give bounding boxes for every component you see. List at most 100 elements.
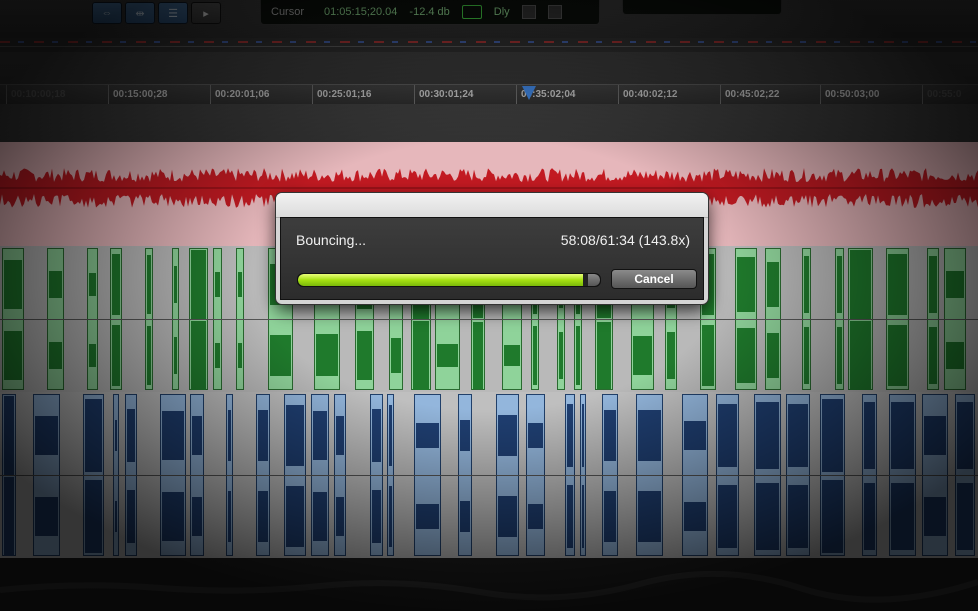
marker-divider (0, 46, 978, 47)
clip-waveform (718, 403, 737, 468)
dialog-titlebar[interactable] (276, 193, 708, 218)
shuffle-tool-icon[interactable]: ⇔ (92, 2, 122, 24)
clip-waveform (767, 332, 779, 379)
secondary-counter (622, 0, 782, 15)
waveform-icon[interactable] (461, 5, 482, 19)
cancel-button[interactable]: Cancel (611, 269, 697, 289)
clip-waveform (767, 261, 779, 308)
toggle-box-icon[interactable] (521, 5, 536, 19)
clip-waveform (228, 490, 231, 543)
clip-waveform (822, 479, 843, 554)
clip-waveform (957, 402, 973, 469)
clip-waveform (684, 502, 706, 531)
clip-waveform (238, 271, 242, 298)
clip-waveform (127, 489, 135, 544)
clip-waveform (174, 265, 177, 304)
clip-waveform (437, 343, 458, 368)
clip-waveform (737, 257, 755, 312)
clip-waveform (286, 404, 304, 467)
clip-waveform (504, 344, 520, 367)
playhead-arrow-icon (522, 86, 536, 100)
clip-waveform (389, 486, 392, 547)
clip-waveform (756, 402, 779, 469)
clip-waveform (174, 336, 177, 375)
clip-waveform (35, 496, 58, 537)
clip-waveform (582, 484, 584, 549)
clip-waveform (238, 342, 242, 369)
clip-waveform (389, 405, 392, 466)
clip-waveform (929, 326, 937, 385)
clip-waveform (702, 324, 714, 387)
daw-window: ⇔ ⇹ ☰ ▸ Cursor 01:05:15;20.04 -12.4 db D… (0, 0, 978, 611)
clip-waveform (604, 490, 616, 543)
clip-waveform (804, 327, 809, 384)
clip-waveform (718, 484, 737, 549)
clip-waveform (837, 256, 842, 313)
clip-waveform (737, 328, 755, 383)
bounce-status: Bouncing... (296, 232, 367, 248)
clip-waveform (788, 485, 808, 548)
edit-mode-group: ⇔ ⇹ ☰ ▸ (92, 2, 221, 24)
bounce-progress-bar (297, 273, 601, 287)
clip-waveform (215, 342, 220, 369)
clip-waveform (638, 490, 661, 543)
audio-track-blue[interactable] (0, 392, 978, 558)
ruler-tick: 00:20:01;06 (210, 85, 269, 105)
bounce-progress-fill (298, 274, 584, 286)
clip-waveform (127, 408, 135, 463)
clip-waveform (336, 496, 344, 536)
clip-waveform (162, 411, 184, 460)
cursor-timecode: 01:05:15;20.04 (324, 6, 398, 18)
clip-waveform (4, 477, 14, 556)
clip-waveform (313, 410, 327, 461)
playhead-marker[interactable] (522, 84, 536, 104)
clip-waveform (888, 324, 907, 387)
bottom-waveform (0, 570, 978, 603)
main-counter: Cursor 01:05:15;20.04 -12.4 db Dly (260, 0, 600, 25)
clip-waveform (638, 409, 661, 462)
clip-waveform (891, 402, 914, 469)
clip-waveform (115, 500, 117, 533)
clip-waveform (684, 421, 706, 450)
clip-waveform (416, 422, 439, 449)
clip-waveform (49, 341, 62, 370)
clip-waveform (924, 496, 946, 537)
clip-waveform (258, 490, 268, 543)
spot-tool-icon[interactable]: ⇹ (125, 2, 155, 24)
toggle-box-icon[interactable] (547, 5, 562, 19)
clip-waveform (372, 408, 381, 463)
clip-waveform (864, 482, 875, 551)
clip-waveform (270, 335, 291, 376)
sub-ruler (0, 104, 978, 142)
clip-waveform (112, 254, 120, 315)
clip-waveform (85, 399, 102, 472)
dialog-body: Bouncing... 58:08/61:34 (143.8x) Cancel (280, 217, 704, 300)
clip-waveform (147, 255, 151, 314)
clip-waveform (924, 415, 946, 456)
clip-waveform (313, 491, 327, 542)
grid-tool-icon[interactable]: ▸ (191, 2, 221, 24)
clip-waveform (49, 270, 62, 299)
timecode-ruler[interactable]: 00:10:00;18 00:15:00;28 00:20:01;06 00:2… (0, 84, 978, 106)
clip-waveform (567, 404, 573, 467)
clip-waveform (946, 270, 964, 299)
clip-waveform (597, 322, 611, 389)
bounce-dialog: Bouncing... 58:08/61:34 (143.8x) Cancel (276, 193, 708, 304)
edit-toolbar: ⇔ ⇹ ☰ ▸ Cursor 01:05:15;20.04 -12.4 db D… (0, 0, 978, 39)
clip-waveform (147, 326, 151, 385)
ruler-tick: 00:45:02;22 (720, 85, 779, 105)
slip-tool-icon[interactable]: ☰ (158, 2, 188, 24)
clip-waveform (89, 272, 96, 297)
clip-waveform (633, 335, 652, 375)
clip-waveform (473, 322, 483, 389)
clip-waveform (850, 321, 871, 390)
clip-waveform (372, 489, 381, 544)
clip-waveform (946, 341, 964, 370)
clip-waveform (286, 485, 304, 548)
clip-waveform (498, 414, 517, 457)
clip-waveform (416, 503, 439, 530)
cursor-level: -12.4 db (409, 6, 450, 18)
clip-waveform (85, 480, 102, 553)
audio-track-bottom[interactable] (0, 558, 978, 611)
ruler-tick: 00:40:02;12 (618, 85, 677, 105)
